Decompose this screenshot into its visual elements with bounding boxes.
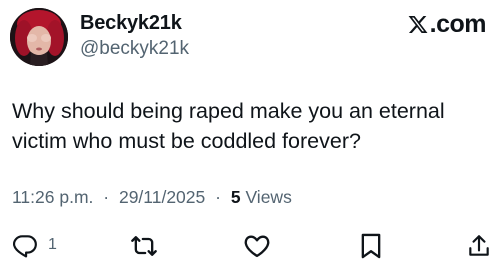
share-button[interactable] <box>466 232 492 260</box>
reply-count: 1 <box>48 236 57 253</box>
tweet-meta: 11:26 p.m. · 29/11/2025 · 5 Views <box>12 187 292 208</box>
retweet-icon <box>130 232 158 260</box>
avatar[interactable] <box>10 8 68 66</box>
brand-watermark: .com <box>407 10 487 39</box>
bookmark-icon <box>358 232 384 260</box>
heart-icon <box>243 232 271 260</box>
brand-label: .com <box>429 10 487 38</box>
tweet-date[interactable]: 29/11/2025 <box>119 187 205 207</box>
meta-separator: · <box>103 187 110 207</box>
share-icon <box>466 232 492 260</box>
reply-icon <box>12 232 38 258</box>
views-count[interactable]: 5 <box>231 187 241 207</box>
profile-photo-icon <box>10 8 68 66</box>
tweet-card: Beckyk21k @beckyk21k .com Why should bei… <box>0 0 500 278</box>
action-bar: 1 <box>0 232 500 262</box>
user-handle[interactable]: @beckyk21k <box>80 38 189 60</box>
tweet-text: Why should being raped make you an etern… <box>12 99 445 153</box>
display-name[interactable]: Beckyk21k <box>80 12 182 35</box>
meta-separator-2: · <box>215 187 221 207</box>
reply-button[interactable]: 1 <box>12 232 57 258</box>
retweet-button[interactable] <box>130 232 158 260</box>
bookmark-button[interactable] <box>358 232 384 260</box>
x-logo-icon <box>407 14 429 35</box>
like-button[interactable] <box>243 232 271 260</box>
tweet-time[interactable]: 11:26 p.m. <box>12 187 93 207</box>
views-label[interactable]: Views <box>245 187 291 207</box>
